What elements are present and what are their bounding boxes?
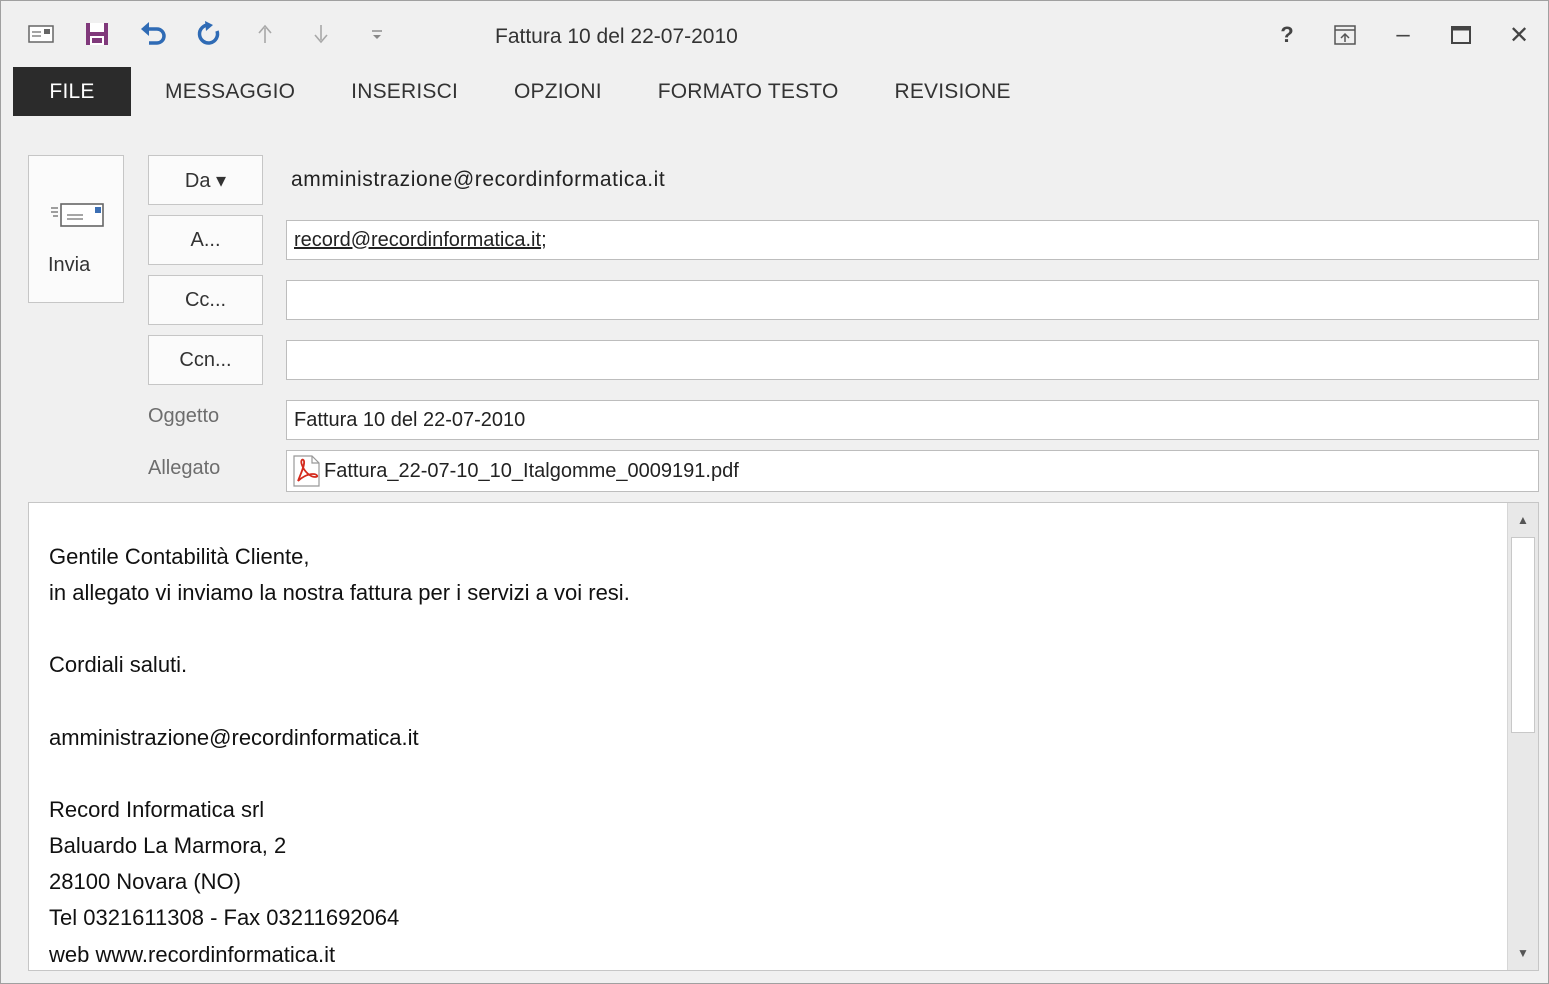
message-body[interactable]: Gentile Contabilità Cliente, in allegato… — [28, 502, 1539, 971]
maximize-icon — [1451, 26, 1471, 44]
cc-field[interactable] — [286, 280, 1539, 320]
attachment-filename[interactable]: Fattura_22-07-10_10_Italgomme_0009191.pd… — [324, 460, 739, 483]
close-button[interactable]: ✕ — [1490, 15, 1548, 55]
body-line: in allegato vi inviamo la nostra fattura… — [49, 580, 630, 606]
body-line: amministrazione@recordinformatica.it — [49, 724, 419, 750]
to-separator: ; — [541, 228, 547, 251]
vertical-scrollbar[interactable]: ▲ ▼ — [1507, 503, 1538, 970]
body-line: Record Informatica srl — [49, 796, 265, 822]
send-button-label: Invia — [48, 254, 91, 276]
compose-window: Fattura 10 del 22-07-2010 ? – ✕ FILE MES… — [0, 0, 1549, 984]
scroll-up-icon[interactable]: ▲ — [1508, 505, 1538, 535]
body-line: Gentile Contabilità Cliente, — [49, 544, 310, 569]
attachment-field[interactable]: Fattura_22-07-10_10_Italgomme_0009191.pd… — [286, 450, 1539, 492]
tab-messaggio[interactable]: MESSAGGIO — [131, 67, 323, 116]
body-line: Tel 0321611308 - Fax 03211692064 — [49, 905, 400, 931]
tab-file[interactable]: FILE — [13, 67, 131, 116]
ribbon-tabs: FILE MESSAGGIO INSERISCI OPZIONI FORMATO… — [13, 67, 1039, 116]
ribbon-options-icon — [1334, 25, 1356, 45]
body-line — [49, 611, 630, 647]
send-icon — [49, 200, 105, 235]
save-icon[interactable] — [81, 19, 113, 49]
pdf-icon — [291, 455, 321, 487]
from-button[interactable]: Da ▾ — [148, 155, 263, 205]
window-controls: ? – ✕ — [1258, 15, 1548, 55]
customize-qat-icon[interactable] — [361, 19, 393, 49]
title-bar: Fattura 10 del 22-07-2010 ? – ✕ — [1, 1, 1548, 63]
body-line: Baluardo La Marmora, 2 — [49, 833, 287, 859]
scroll-thumb[interactable] — [1511, 537, 1535, 733]
scroll-down-icon[interactable]: ▼ — [1508, 938, 1538, 968]
send-button[interactable]: Invia — [28, 155, 124, 303]
attachment-label: Allegato — [148, 457, 221, 479]
help-button[interactable]: ? — [1258, 15, 1316, 55]
maximize-button[interactable] — [1432, 15, 1490, 55]
subject-label: Oggetto — [148, 405, 220, 427]
body-line: Cordiali saluti. — [49, 652, 188, 678]
bcc-button[interactable]: Ccn... — [148, 335, 263, 385]
window-title: Fattura 10 del 22-07-2010 — [495, 25, 738, 48]
to-field[interactable]: record@recordinformatica.it; — [286, 220, 1539, 260]
tab-revisione[interactable]: REVISIONE — [866, 67, 1038, 116]
tab-opzioni[interactable]: OPZIONI — [486, 67, 630, 116]
from-value: amministrazione@recordinformatica.it — [291, 168, 666, 191]
message-body-text[interactable]: Gentile Contabilità Cliente, in allegato… — [49, 539, 630, 973]
to-button[interactable]: A... — [148, 215, 263, 265]
body-line — [49, 684, 630, 720]
body-line — [49, 756, 630, 792]
subject-field[interactable]: Fattura 10 del 22-07-2010 — [286, 400, 1539, 440]
body-line: web www.recordinformatica.it — [49, 941, 336, 967]
quick-access-toolbar — [25, 19, 417, 49]
minimize-button[interactable]: – — [1374, 15, 1432, 55]
ribbon-display-options-button[interactable] — [1316, 15, 1374, 55]
arrow-up-icon[interactable] — [249, 19, 281, 49]
undo-icon[interactable] — [137, 19, 169, 49]
bcc-field[interactable] — [286, 340, 1539, 380]
body-line: 28100 Novara (NO) — [49, 869, 241, 895]
cc-button[interactable]: Cc... — [148, 275, 263, 325]
tab-formato-testo[interactable]: FORMATO TESTO — [630, 67, 867, 116]
to-recipient[interactable]: record@recordinformatica.it — [294, 229, 541, 252]
redo-icon[interactable] — [193, 19, 225, 49]
arrow-down-icon[interactable] — [305, 19, 337, 49]
tab-inserisci[interactable]: INSERISCI — [323, 67, 486, 116]
window-menu-icon[interactable] — [25, 19, 57, 49]
